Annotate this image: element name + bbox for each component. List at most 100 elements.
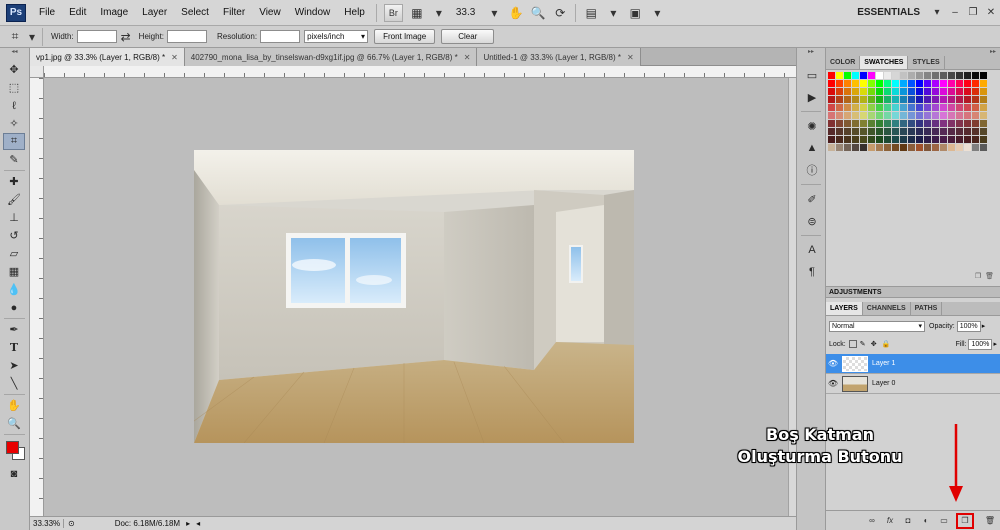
swatch[interactable]: [884, 104, 891, 111]
swatch[interactable]: [916, 128, 923, 135]
swatch[interactable]: [972, 80, 979, 87]
marquee-tool-icon[interactable]: ⬚: [3, 79, 25, 96]
swatch[interactable]: [948, 72, 955, 79]
swatch[interactable]: [876, 96, 883, 103]
swatch[interactable]: [900, 144, 907, 151]
close-tab-icon[interactable]: ✕: [171, 53, 178, 62]
swatch[interactable]: [972, 136, 979, 143]
lock-transparent-icon[interactable]: [848, 340, 857, 348]
dropdown-arrow-icon[interactable]: ▾: [604, 4, 622, 22]
restore-icon[interactable]: ❐: [966, 6, 980, 20]
adjustment-layer-icon[interactable]: ◐: [920, 515, 932, 527]
healing-brush-tool-icon[interactable]: ✚: [3, 173, 25, 190]
swatch[interactable]: [884, 136, 891, 143]
swatch[interactable]: [876, 128, 883, 135]
swatch[interactable]: [900, 112, 907, 119]
ruler-origin[interactable]: [30, 66, 44, 78]
height-input[interactable]: [167, 30, 208, 43]
swatch[interactable]: [852, 104, 859, 111]
document-canvas[interactable]: [44, 78, 788, 516]
document-tab-vp1[interactable]: vp1.jpg @ 33.3% (Layer 1, RGB/8) * ✕: [30, 48, 185, 66]
document-tab-mona-lisa[interactable]: 402790_mona_lisa_by_tinselswan-d9xg1if.j…: [184, 48, 478, 66]
layer-row[interactable]: 👁 Layer 1: [826, 354, 1000, 374]
swatch[interactable]: [956, 144, 963, 151]
swatch[interactable]: [828, 104, 835, 111]
status-options-icon[interactable]: ⊙: [68, 519, 75, 528]
swatch[interactable]: [844, 104, 851, 111]
swatch[interactable]: [852, 128, 859, 135]
swatch[interactable]: [980, 96, 987, 103]
swatch[interactable]: [980, 120, 987, 127]
tab-styles[interactable]: STYLES: [908, 56, 945, 69]
swatch[interactable]: [884, 88, 891, 95]
swatch[interactable]: [884, 72, 891, 79]
swatch[interactable]: [956, 88, 963, 95]
link-layers-icon[interactable]: ∞: [866, 515, 878, 527]
line-tool-icon[interactable]: ╲: [3, 375, 25, 392]
move-tool-icon[interactable]: ✥: [3, 61, 25, 78]
actions-panel-icon[interactable]: ▶: [802, 88, 822, 106]
hand-tool-icon[interactable]: ✋: [507, 4, 525, 22]
swatch[interactable]: [908, 136, 915, 143]
crop-tool-icon[interactable]: ⌗: [3, 133, 25, 150]
swatch[interactable]: [980, 88, 987, 95]
swatch[interactable]: [860, 80, 867, 87]
swatch[interactable]: [964, 112, 971, 119]
swatch[interactable]: [980, 80, 987, 87]
swatch[interactable]: [972, 120, 979, 127]
eraser-tool-icon[interactable]: ▱: [3, 245, 25, 262]
swatch[interactable]: [844, 112, 851, 119]
swatch[interactable]: [868, 112, 875, 119]
swatch[interactable]: [924, 144, 931, 151]
swatch[interactable]: [884, 96, 891, 103]
swatch[interactable]: [972, 72, 979, 79]
layer-style-icon[interactable]: fx: [884, 515, 896, 527]
swatch[interactable]: [980, 136, 987, 143]
swatch[interactable]: [932, 120, 939, 127]
swatch[interactable]: [884, 112, 891, 119]
swatch[interactable]: [852, 88, 859, 95]
swatch[interactable]: [836, 104, 843, 111]
navigator-panel-icon[interactable]: ✺: [802, 117, 822, 135]
swatch[interactable]: [876, 104, 883, 111]
magic-wand-tool-icon[interactable]: ✧: [3, 115, 25, 132]
swatch[interactable]: [956, 80, 963, 87]
swatch[interactable]: [964, 120, 971, 127]
visibility-eye-icon[interactable]: 👁: [826, 359, 840, 368]
swatch[interactable]: [940, 72, 947, 79]
arrange-documents-icon[interactable]: ▤: [582, 4, 600, 22]
swatch[interactable]: [908, 144, 915, 151]
close-tab-icon[interactable]: ✕: [627, 53, 634, 62]
swatch[interactable]: [852, 136, 859, 143]
swatch[interactable]: [876, 120, 883, 127]
opacity-field[interactable]: 100%: [956, 320, 981, 332]
swatch[interactable]: [892, 112, 899, 119]
swatch[interactable]: [836, 136, 843, 143]
swatch[interactable]: [908, 96, 915, 103]
adjustments-panel-header[interactable]: ADJUSTMENTS: [826, 286, 1000, 298]
swatch[interactable]: [876, 144, 883, 151]
swatch[interactable]: [916, 72, 923, 79]
menu-help[interactable]: Help: [337, 0, 372, 26]
swatch[interactable]: [828, 96, 835, 103]
swatch[interactable]: [940, 128, 947, 135]
blend-mode-select[interactable]: Normal ▾: [829, 320, 925, 332]
swatch[interactable]: [980, 128, 987, 135]
swatch[interactable]: [948, 80, 955, 87]
swatch[interactable]: [964, 88, 971, 95]
swatch[interactable]: [828, 136, 835, 143]
swatch[interactable]: [972, 144, 979, 151]
menu-layer[interactable]: Layer: [135, 0, 174, 26]
swatch[interactable]: [828, 80, 835, 87]
character-panel-icon[interactable]: A: [802, 241, 822, 259]
swatch[interactable]: [924, 104, 931, 111]
tab-layers[interactable]: LAYERS: [826, 302, 863, 315]
swatch[interactable]: [876, 136, 883, 143]
swatch[interactable]: [836, 72, 843, 79]
swatch[interactable]: [828, 88, 835, 95]
swatch[interactable]: [972, 96, 979, 103]
zoom-level-field[interactable]: 33.3: [456, 7, 475, 18]
swatch[interactable]: [892, 144, 899, 151]
swatch[interactable]: [892, 104, 899, 111]
swatch[interactable]: [900, 120, 907, 127]
